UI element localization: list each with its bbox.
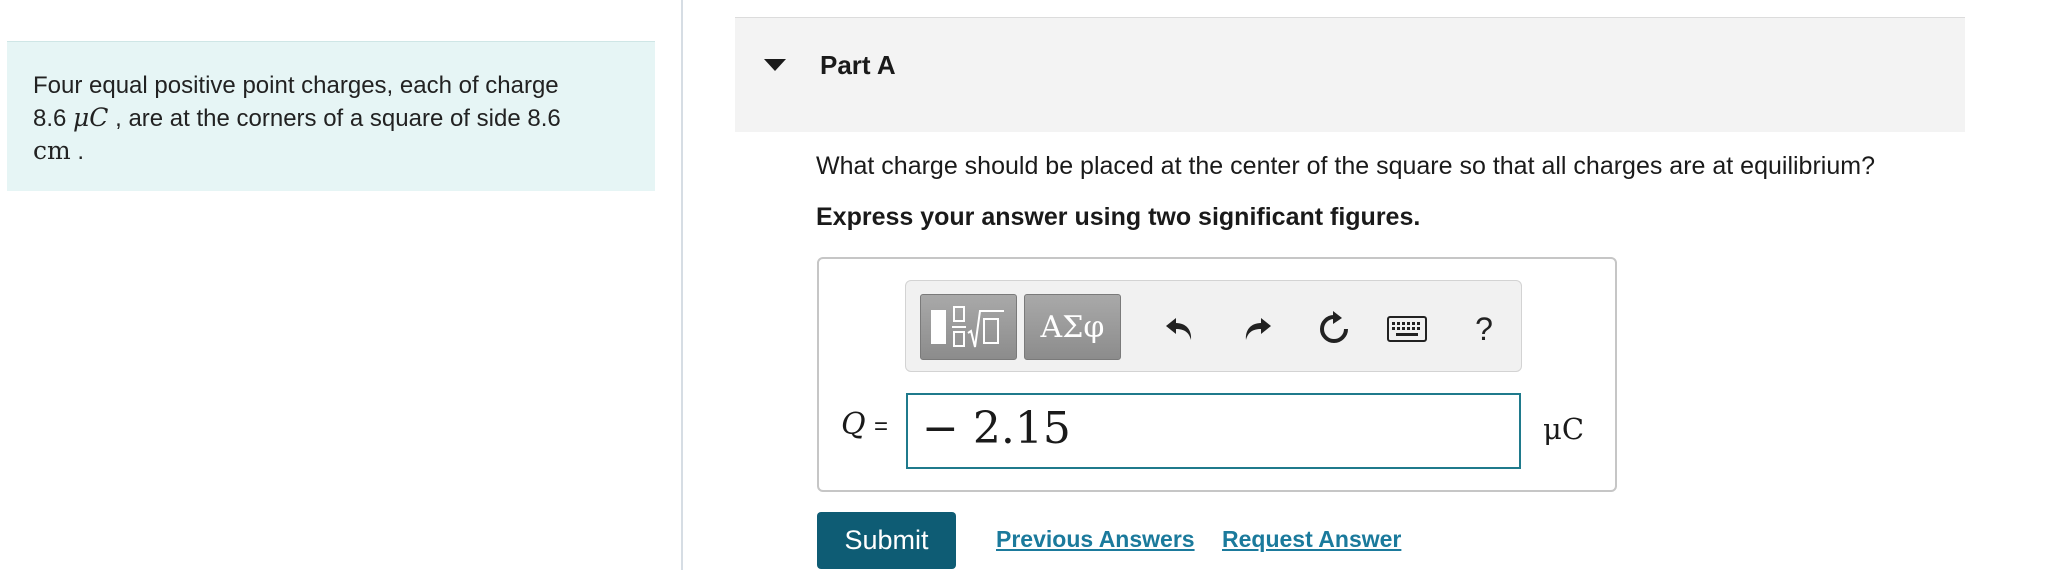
- keyboard-button[interactable]: [1385, 307, 1429, 351]
- side-unit: cm: [33, 136, 71, 165]
- problem-statement: Four equal positive point charges, each …: [7, 41, 655, 191]
- reset-button[interactable]: [1312, 307, 1356, 351]
- reset-icon: [1320, 311, 1348, 343]
- templates-icon: [931, 305, 1006, 349]
- greek-symbols-button[interactable]: ΑΣφ: [1024, 294, 1121, 360]
- answer-area: ΑΣφ ? Q = − 2.15 μC: [817, 257, 1617, 492]
- part-header[interactable]: Part A: [735, 17, 1965, 132]
- help-icon: ?: [1475, 310, 1493, 347]
- templates-button[interactable]: [920, 294, 1017, 360]
- answer-value: − 2.15: [922, 403, 1071, 454]
- charge-value: 8.6: [33, 105, 67, 132]
- question-text: What charge should be placed at the cent…: [816, 152, 1875, 180]
- problem-text-3: .: [77, 138, 85, 165]
- part-title: Part A: [820, 50, 896, 80]
- panel-divider: [681, 0, 683, 570]
- submit-button[interactable]: Submit: [817, 512, 956, 569]
- keyboard-icon: [1387, 316, 1427, 342]
- collapse-caret-icon[interactable]: [764, 59, 786, 71]
- problem-text-2: , are at the corners of a square of side: [115, 105, 521, 132]
- answer-variable-label: Q =: [841, 407, 888, 442]
- math-toolbar: ΑΣφ ?: [905, 280, 1522, 372]
- charge-unit: μC: [73, 103, 109, 132]
- undo-button[interactable]: [1158, 307, 1202, 351]
- answer-unit: μC: [1543, 412, 1585, 446]
- problem-text-1: Four equal positive point charges, each …: [33, 72, 559, 99]
- undo-icon: [1166, 318, 1192, 340]
- greek-symbols-icon: ΑΣφ: [1040, 309, 1105, 345]
- instruction-text: Express your answer using two significan…: [816, 203, 1421, 231]
- side-value: 8.6: [527, 105, 561, 132]
- redo-button[interactable]: [1235, 307, 1279, 351]
- answer-equals: =: [873, 413, 888, 440]
- problem-panel: Four equal positive point charges, each …: [0, 0, 682, 570]
- answer-input[interactable]: − 2.15: [906, 393, 1521, 469]
- request-answer-link[interactable]: Request Answer: [1222, 526, 1401, 553]
- help-button[interactable]: ?: [1462, 307, 1506, 351]
- previous-answers-link[interactable]: Previous Answers: [996, 526, 1195, 553]
- answer-variable: Q: [841, 407, 866, 442]
- redo-icon: [1245, 318, 1271, 340]
